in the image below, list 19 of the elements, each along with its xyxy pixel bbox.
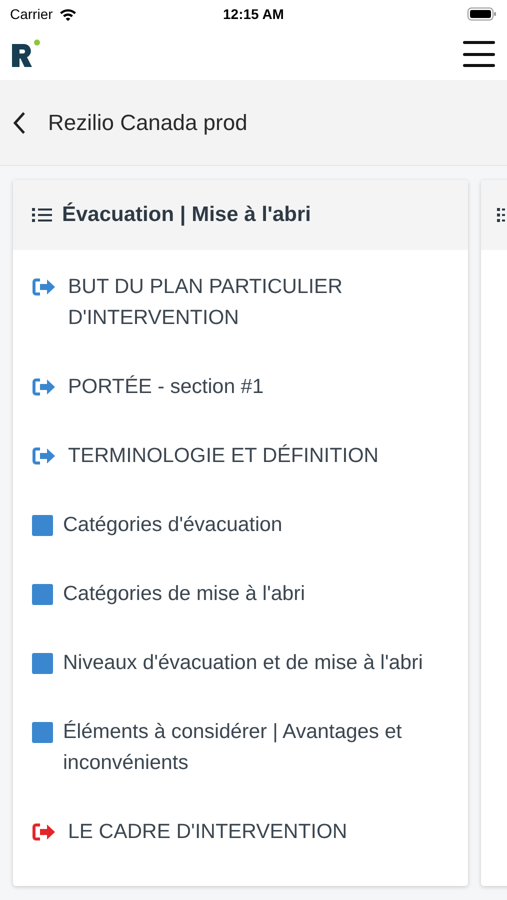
section-link[interactable]: Éléments à considérer | Avantages et inconvénients <box>63 716 454 778</box>
section-link[interactable]: Niveaux d'évacuation et de mise à l'abri <box>63 647 423 678</box>
page-title: Rezilio Canada prod <box>48 109 248 137</box>
section-link[interactable]: BUT DU PLAN PARTICULIER D'INTERVENTION <box>68 271 454 333</box>
carrier-label: Carrier <box>10 4 53 24</box>
list-icon <box>497 208 505 222</box>
status-time: 12:15 AM <box>223 4 284 24</box>
section-link[interactable]: LE CADRE D'INTERVENTION <box>68 816 348 847</box>
battery-icon <box>467 7 497 21</box>
back-icon[interactable] <box>12 110 26 134</box>
logo-icon <box>12 39 42 69</box>
list-icon <box>32 208 52 222</box>
section-link[interactable]: TERMINOLOGIE ET DÉFINITION <box>68 440 379 471</box>
menu-button[interactable] <box>463 41 495 67</box>
section-link[interactable]: PORTÉE - section #1 <box>68 371 264 402</box>
section-link[interactable]: Catégories de mise à l'abri <box>63 578 306 609</box>
wifi-icon <box>58 8 77 20</box>
card-title: Évacuation | Mise à l'abri <box>62 201 311 228</box>
section-link[interactable]: Catégories d'évacuation <box>63 509 282 540</box>
